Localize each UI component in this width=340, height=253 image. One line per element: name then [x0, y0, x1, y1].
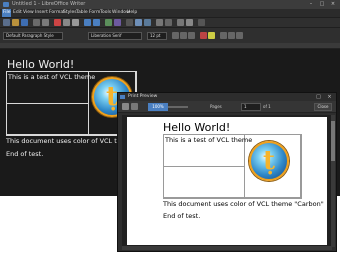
bold-icon[interactable]: [172, 32, 179, 39]
minimize-icon[interactable]: –: [306, 0, 316, 9]
highlight-icon[interactable]: [208, 32, 215, 39]
menu-insert[interactable]: Insert: [35, 9, 48, 17]
page-number-input[interactable]: 1: [241, 103, 261, 111]
table-cell[interactable]: [6, 103, 89, 136]
page-setup-icon[interactable]: [131, 103, 138, 110]
globe-logo: ṭ: [249, 141, 289, 181]
menu-view[interactable]: View: [23, 9, 34, 17]
hyperlink-icon[interactable]: [165, 19, 172, 26]
preview-icon[interactable]: [42, 19, 49, 26]
italic-icon[interactable]: [180, 32, 187, 39]
maximize-icon[interactable]: □: [317, 0, 327, 9]
find-icon[interactable]: [105, 19, 112, 26]
doc-heading: Hello World!: [7, 58, 75, 71]
horizontal-scrollbar[interactable]: [122, 246, 332, 250]
open-icon[interactable]: [12, 19, 19, 26]
font-size-select[interactable]: 12 pt: [147, 32, 167, 40]
shapes-icon[interactable]: [198, 19, 205, 26]
print-icon[interactable]: [33, 19, 40, 26]
preview-canvas[interactable]: Hello World! This is a test of VCL theme…: [122, 115, 332, 247]
spelling-icon[interactable]: [114, 19, 121, 26]
paste-icon[interactable]: [72, 19, 79, 26]
font-color-icon[interactable]: [200, 32, 207, 39]
menubar: File Edit View Insert Format Styles Tabl…: [0, 9, 340, 17]
table-icon[interactable]: [126, 19, 133, 26]
formatting-toolbar: Default Paragraph Style Liberation Serif…: [0, 27, 340, 43]
comment-icon[interactable]: [177, 19, 184, 26]
special-char-icon[interactable]: [156, 19, 163, 26]
save-icon[interactable]: [21, 19, 28, 26]
doc-end-line: End of test.: [6, 150, 44, 158]
copy-icon[interactable]: [63, 19, 70, 26]
menu-help[interactable]: Help: [127, 9, 137, 17]
desktop: Untitled 1 - LibreOffice Writer – □ × Fi…: [0, 0, 340, 253]
preview-end-line: End of test.: [163, 212, 201, 220]
zoom-slider[interactable]: [168, 106, 188, 108]
preview-toolbar: 100% Pages 1 of 1 Close: [118, 101, 336, 113]
table-cell: [163, 166, 245, 199]
undo-icon[interactable]: [84, 19, 91, 26]
chart-icon[interactable]: [144, 19, 151, 26]
app-icon: [120, 95, 125, 99]
preview-title: Print Preview: [128, 94, 158, 99]
page-total: of 1: [263, 104, 271, 109]
image-icon[interactable]: [135, 19, 142, 26]
font-name-select[interactable]: Liberation Serif: [88, 32, 142, 40]
app-icon: [3, 2, 9, 7]
preview-body-line: This document uses color of VCL theme "C…: [163, 200, 324, 208]
align-right-icon[interactable]: [236, 32, 243, 39]
preview-titlebar: Print Preview □ ×: [118, 93, 336, 101]
paragraph-style-select[interactable]: Default Paragraph Style: [3, 32, 63, 40]
writer-titlebar: Untitled 1 - LibreOffice Writer – □ ×: [0, 0, 340, 9]
cut-icon[interactable]: [54, 19, 61, 26]
new-icon[interactable]: [3, 19, 10, 26]
menu-tools[interactable]: Tools: [100, 9, 111, 17]
redo-icon[interactable]: [93, 19, 100, 26]
track-changes-icon[interactable]: [186, 19, 193, 26]
cell-text: This is a test of VCL theme: [8, 73, 96, 81]
print-preview-window: Print Preview □ × 100% Pages 1 of 1 Clos…: [117, 92, 337, 252]
print-icon[interactable]: [122, 103, 129, 110]
scrollbar-thumb[interactable]: [331, 121, 335, 161]
menu-edit[interactable]: Edit: [13, 9, 22, 17]
preview-table: This is a test of VCL theme ṭ: [163, 134, 302, 199]
align-center-icon[interactable]: [228, 32, 235, 39]
underline-icon[interactable]: [188, 32, 195, 39]
writer-title: Untitled 1 - LibreOffice Writer: [12, 1, 86, 7]
menu-file[interactable]: File: [2, 9, 11, 17]
zoom-value[interactable]: 100%: [148, 103, 168, 111]
cell-text: This is a test of VCL theme: [165, 136, 253, 144]
menu-form[interactable]: Form: [89, 9, 100, 17]
close-preview-button[interactable]: Close: [314, 103, 332, 111]
close-icon[interactable]: ×: [328, 0, 338, 9]
vertical-scrollbar[interactable]: [331, 115, 335, 247]
preview-page: Hello World! This is a test of VCL theme…: [127, 117, 327, 245]
preview-heading: Hello World!: [163, 121, 231, 134]
pages-label: Pages: [210, 104, 222, 109]
align-left-icon[interactable]: [220, 32, 227, 39]
menu-table[interactable]: Table: [76, 9, 88, 17]
menu-styles[interactable]: Styles: [63, 9, 77, 17]
standard-toolbar: [0, 17, 340, 27]
